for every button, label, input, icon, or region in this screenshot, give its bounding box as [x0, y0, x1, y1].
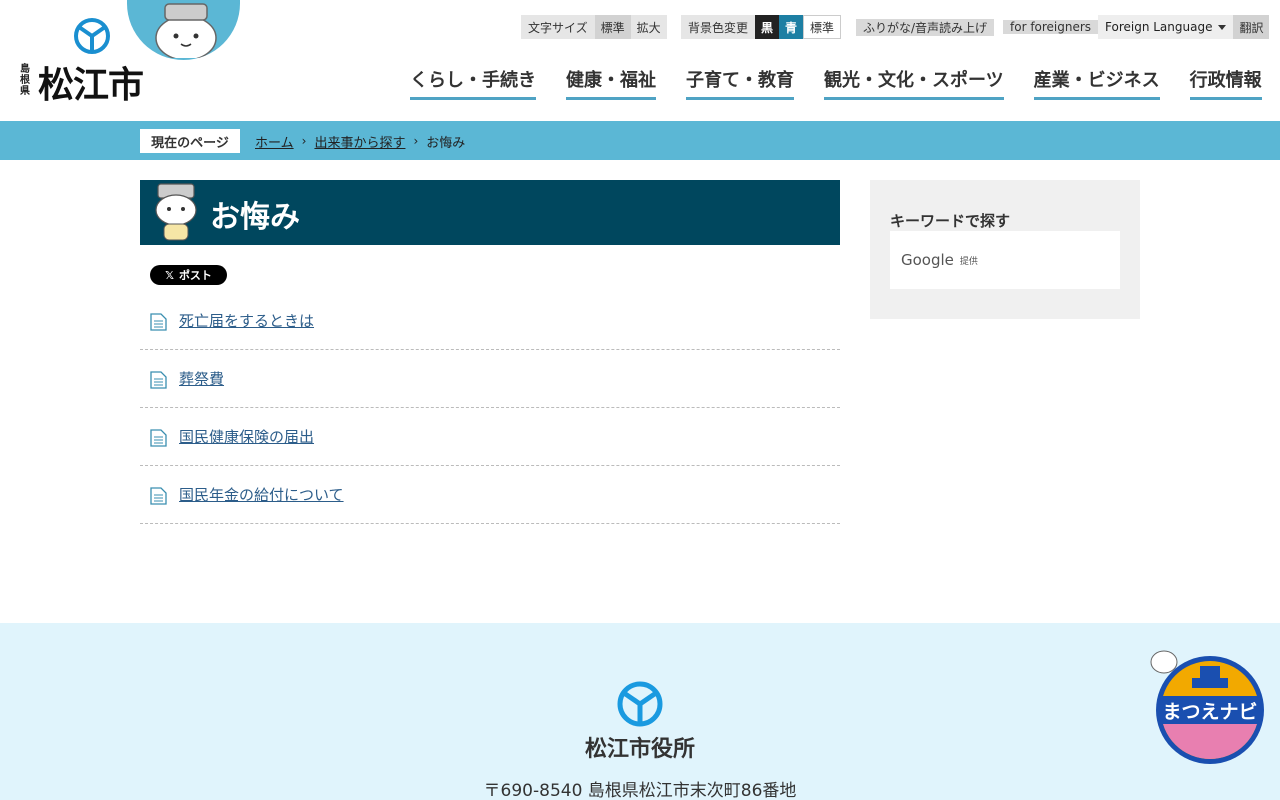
site-header: 島根県 松江市 文字サイズ 標準 拡大 背景色変更 黒 青 標準 ふりがな/音声…	[0, 0, 1280, 121]
nav-item-childcare[interactable]: 子育て・教育	[686, 66, 794, 100]
chevron-right-icon: ›	[301, 134, 307, 148]
page-link-list: 死亡届をするときは 葬祭費 国民健康保険の届出 国民年金の給付について	[140, 292, 840, 524]
city-emblem-icon	[617, 681, 663, 727]
x-post-label: ポスト	[178, 269, 212, 282]
list-item: 国民年金の給付について	[140, 466, 840, 524]
nav-item-administration[interactable]: 行政情報	[1189, 66, 1262, 100]
list-item: 国民健康保険の届出	[140, 408, 840, 466]
furigana-control: ふりがな/音声読み上げ	[856, 15, 995, 39]
font-size-control: 文字サイズ 標準 拡大	[521, 15, 667, 39]
nav-item-health[interactable]: 健康・福祉	[566, 66, 656, 100]
breadcrumb-home-link[interactable]: ホーム	[255, 132, 294, 151]
page-title: お悔み	[210, 200, 300, 235]
breadcrumb-label: 現在のページ	[140, 129, 240, 153]
breadcrumb-trail: ホーム › 出来事から探す › お悔み	[255, 129, 465, 153]
city-emblem-icon	[74, 18, 110, 54]
nav-item-living[interactable]: くらし・手続き	[410, 66, 536, 100]
mascot-icon	[155, 3, 217, 58]
nav-item-business[interactable]: 産業・ビジネス	[1033, 66, 1160, 100]
search-input[interactable]: Google 提供	[890, 231, 1120, 289]
breadcrumb: 現在のページ ホーム › 出来事から探す › お悔み	[0, 121, 1280, 160]
furigana-button[interactable]: ふりがな/音声読み上げ	[856, 18, 995, 36]
foreigners-control: for foreigners	[1003, 15, 1099, 39]
x-logo-icon: 𝕏	[165, 268, 174, 282]
matsue-navi-button[interactable]: まつえナビ	[1146, 644, 1270, 768]
document-icon	[150, 312, 167, 331]
global-nav: くらし・手続き 健康・福祉 子育て・教育 観光・文化・スポーツ 産業・ビジネス …	[410, 66, 1262, 100]
document-icon	[150, 370, 167, 389]
matsue-navi-label: まつえナビ	[1162, 701, 1257, 723]
font-size-label: 文字サイズ	[521, 15, 595, 39]
chevron-down-icon	[1218, 24, 1227, 30]
footer-office-name: 松江市役所	[584, 737, 695, 762]
keyword-search-panel: キーワードで探す Google 提供	[870, 180, 1140, 319]
bg-black-button[interactable]: 黒	[755, 15, 780, 39]
mascot-icon	[155, 183, 197, 241]
footer-address: 〒690-8540 島根県松江市末次町86番地	[483, 781, 797, 800]
font-size-large-button[interactable]: 拡大	[630, 15, 667, 39]
link-national-pension[interactable]: 国民年金の給付について	[179, 484, 344, 505]
for-foreigners-button[interactable]: for foreigners	[1003, 20, 1099, 34]
breadcrumb-events-link[interactable]: 出来事から探す	[314, 132, 405, 151]
provided-label: 提供	[959, 256, 978, 267]
list-item: 葬祭費	[140, 350, 840, 408]
page-title-banner: お悔み	[140, 180, 840, 245]
google-logo: Google	[901, 251, 954, 269]
matsue-navi-logo: まつえナビ	[1150, 650, 1264, 764]
keyword-search-title: キーワードで探す	[890, 212, 1011, 230]
document-icon	[150, 428, 167, 447]
nav-item-tourism[interactable]: 観光・文化・スポーツ	[824, 66, 1004, 100]
list-item: 死亡届をするときは	[140, 292, 840, 350]
bg-blue-button[interactable]: 青	[779, 15, 804, 39]
language-control: Foreign Language 翻訳	[1098, 15, 1270, 39]
link-death-notification[interactable]: 死亡届をするときは	[179, 310, 314, 331]
link-funeral-expenses[interactable]: 葬祭費	[179, 368, 224, 389]
bg-color-label: 背景色変更	[681, 15, 756, 39]
site-logo[interactable]: 島根県 松江市	[18, 14, 148, 106]
font-size-standard-button[interactable]: 標準	[594, 15, 631, 39]
link-health-insurance[interactable]: 国民健康保険の届出	[179, 426, 314, 447]
translate-button[interactable]: 翻訳	[1233, 15, 1270, 39]
foreign-language-select[interactable]: Foreign Language	[1098, 15, 1234, 39]
document-icon	[150, 486, 167, 505]
bg-standard-button[interactable]: 標準	[803, 15, 842, 39]
breadcrumb-current: お悔み	[426, 135, 466, 151]
x-post-button[interactable]: 𝕏 ポスト	[150, 265, 227, 285]
site-footer: 松江市役所 〒690-8540 島根県松江市末次町86番地	[0, 623, 1280, 800]
foreign-language-label: Foreign Language	[1105, 20, 1213, 34]
background-color-control: 背景色変更 黒 青 標準	[681, 15, 842, 39]
chevron-right-icon: ›	[413, 134, 419, 148]
city-name: 松江市	[38, 65, 144, 106]
prefecture-label: 島根県	[20, 64, 30, 97]
